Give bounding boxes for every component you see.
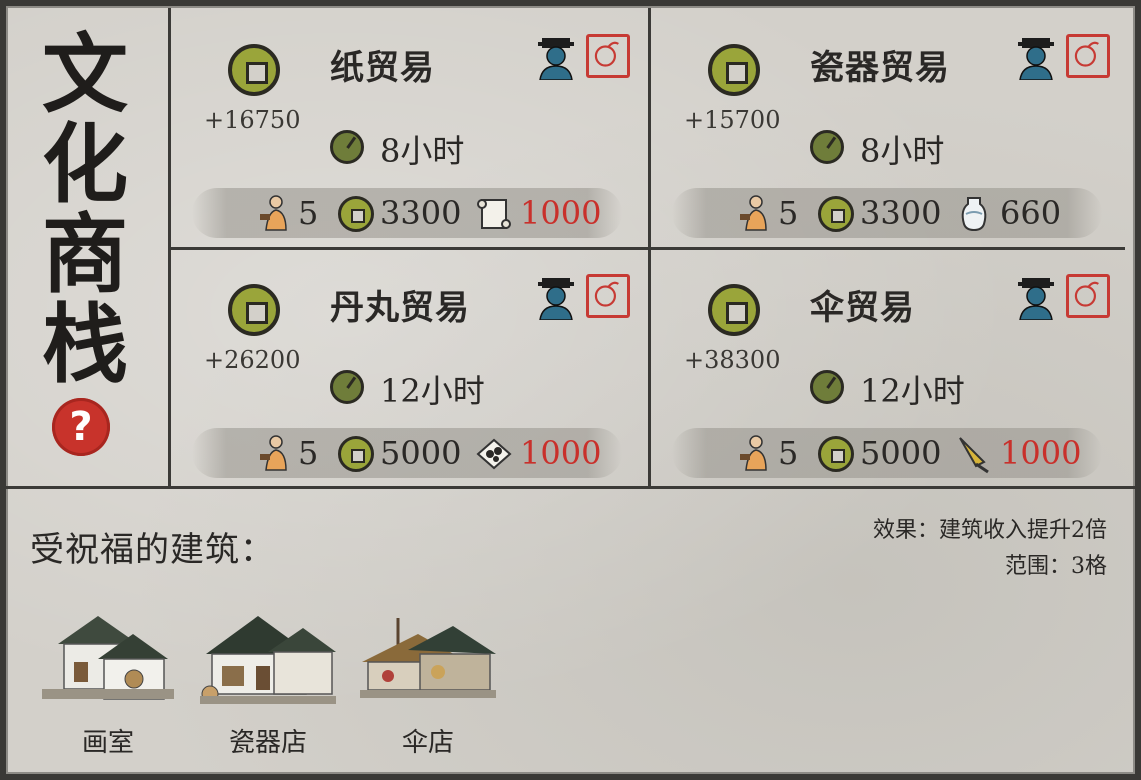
seal-icon[interactable] [586, 274, 630, 318]
coin-icon [338, 436, 374, 472]
official-npc-icon [1016, 276, 1056, 320]
trade-duration: 8小时 [380, 132, 465, 170]
timer-icon [810, 130, 844, 164]
trade-card[interactable]: +16750 纸贸易 8小时 5 3300 1000 [172, 10, 632, 240]
coin-cost: 5000 [860, 434, 942, 472]
title-char: 化 [42, 114, 128, 215]
coin-icon [338, 196, 374, 232]
worker-icon [258, 434, 292, 472]
coin-icon [818, 436, 854, 472]
question-icon[interactable]: ? [52, 398, 110, 456]
blessed-buildings-label: 受祝福的建筑： [30, 530, 275, 570]
resource-cost: 1000 [520, 434, 602, 472]
coin-cost: 3300 [380, 194, 462, 232]
seal-icon[interactable] [586, 34, 630, 78]
trade-name: 纸贸易 [330, 48, 435, 88]
timer-icon [810, 370, 844, 404]
worker-count: 5 [778, 434, 799, 472]
trade-income: +26200 [204, 346, 301, 374]
title-char: 栈 [42, 294, 128, 395]
official-npc-icon [1016, 36, 1056, 80]
divider-bottom [6, 486, 1135, 489]
coin-cost: 5000 [380, 434, 462, 472]
coin-icon [228, 284, 280, 336]
paper-scroll-icon [474, 194, 514, 234]
coin-icon [818, 196, 854, 232]
timer-icon [330, 130, 364, 164]
coin-icon [708, 284, 760, 336]
worker-icon [738, 434, 772, 472]
umbrella-icon [954, 434, 994, 474]
building-painting-studio[interactable]: 画室 [38, 604, 178, 764]
worker-icon [258, 194, 292, 232]
pill-icon [474, 434, 514, 474]
building-name: 瓷器店 [228, 728, 307, 758]
worker-icon [738, 194, 772, 232]
painting-studio-icon [42, 616, 174, 700]
worker-count: 5 [298, 194, 319, 232]
trade-income: +15700 [684, 106, 781, 134]
trade-duration: 12小时 [860, 372, 965, 410]
title-char: 商 [42, 204, 128, 305]
resource-cost: 1000 [520, 194, 602, 232]
porcelain-vase-icon [954, 194, 994, 234]
timer-icon [330, 370, 364, 404]
trade-card[interactable]: +26200 丹丸贸易 12小时 5 5000 1000 [172, 250, 632, 480]
building-porcelain-shop[interactable]: 瓷器店 [198, 604, 338, 764]
building-name: 画室 [81, 728, 134, 758]
resource-cost: 660 [1000, 194, 1062, 232]
trade-duration: 12小时 [380, 372, 485, 410]
trade-income: +16750 [204, 106, 301, 134]
panel-title: 文 化 商 栈 [30, 30, 140, 390]
umbrella-shop-icon [360, 618, 496, 698]
building-name: 伞店 [401, 728, 454, 758]
range-text: 范围：3格 [1005, 554, 1107, 579]
coin-cost: 3300 [860, 194, 942, 232]
building-umbrella-shop[interactable]: 伞店 [358, 604, 498, 764]
porcelain-shop-icon [200, 616, 336, 704]
trade-name: 伞贸易 [810, 288, 915, 328]
official-npc-icon [536, 276, 576, 320]
help-symbol: ? [69, 404, 93, 450]
title-char: 文 [42, 24, 128, 125]
seal-icon[interactable] [1066, 34, 1110, 78]
seal-icon[interactable] [1066, 274, 1110, 318]
worker-count: 5 [778, 194, 799, 232]
coin-icon [228, 44, 280, 96]
trade-card[interactable]: +15700 瓷器贸易 8小时 5 3300 660 [652, 10, 1112, 240]
worker-count: 5 [298, 434, 319, 472]
trade-name: 瓷器贸易 [810, 48, 950, 88]
trade-card[interactable]: +38300 伞贸易 12小时 5 5000 1000 [652, 250, 1112, 480]
trade-name: 丹丸贸易 [330, 288, 470, 328]
trade-income: +38300 [684, 346, 781, 374]
official-npc-icon [536, 36, 576, 80]
coin-icon [708, 44, 760, 96]
resource-cost: 1000 [1000, 434, 1082, 472]
effect-text: 效果：建筑收入提升2倍 [873, 518, 1107, 543]
trade-duration: 8小时 [860, 132, 945, 170]
